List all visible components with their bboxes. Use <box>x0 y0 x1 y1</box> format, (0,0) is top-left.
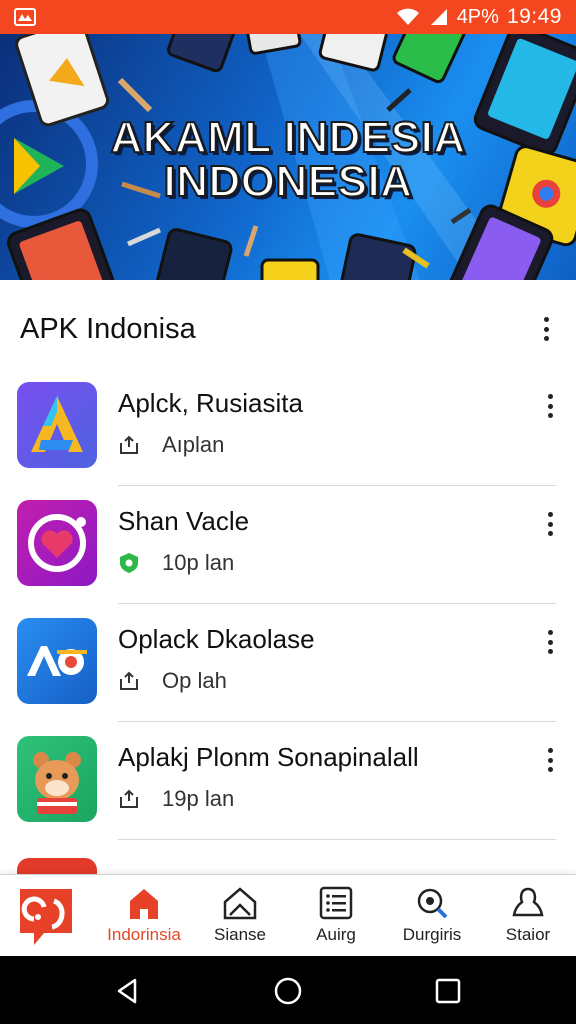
nav-tab-auirg[interactable]: Auirg <box>288 881 384 953</box>
nav-tab-sianse[interactable]: Sianse <box>192 881 288 953</box>
recents-icon[interactable] <box>433 976 463 1006</box>
app-meta: 19p lan <box>162 786 235 811</box>
app-meta: Aıplan <box>162 432 225 457</box>
shield-icon <box>120 553 138 573</box>
app-icon <box>17 858 97 874</box>
item-more-icon[interactable] <box>540 628 560 656</box>
nav-tab-durgiris[interactable]: Durgiris <box>384 881 480 953</box>
item-more-icon[interactable] <box>540 510 560 538</box>
app-name: Aplakj Plonm Sonapinalall <box>118 742 419 772</box>
signal-icon <box>430 9 447 25</box>
battery-text: 4P% <box>456 5 499 28</box>
section-title: APK Indonisa <box>20 312 196 345</box>
clock: 19:49 <box>506 5 562 28</box>
nav-tab-home[interactable]: Indorinsia <box>96 881 192 953</box>
app-logo-icon[interactable] <box>14 885 78 947</box>
share-icon <box>120 435 138 454</box>
nav-tab-staior[interactable]: Staior <box>480 881 576 953</box>
app-list-item-partial[interactable] <box>0 844 576 874</box>
app-list-item[interactable]: Aplck, Rusiasita Aıplan <box>0 368 576 486</box>
bottom-navigation: Indorinsia Sianse Auirg Durgiris Staior <box>0 874 576 956</box>
app-meta: Op lah <box>162 668 227 693</box>
system-navigation-bar <box>0 956 576 1024</box>
more-options-icon[interactable] <box>536 315 556 343</box>
app-icon <box>17 736 97 822</box>
app-icon <box>17 618 97 704</box>
hero-banner[interactable]: AKAML INDESIA INDONESIA <box>0 34 576 280</box>
app-name: Oplack Dkaolase <box>118 624 315 654</box>
share-icon <box>120 789 138 808</box>
share-icon <box>120 671 138 690</box>
app-list-item[interactable]: Oplack Dkaolase Op lah <box>0 604 576 722</box>
nav-label: Auirg <box>316 925 356 944</box>
search-icon <box>417 888 448 919</box>
app-icon <box>17 500 97 586</box>
banner-title-line1: AKAML INDESIA <box>109 113 466 163</box>
app-icon <box>17 382 97 468</box>
app-list-item[interactable]: Aplakj Plonm Sonapinalall 19p lan <box>0 722 576 840</box>
nav-label: Sianse <box>214 925 266 944</box>
list-icon <box>319 886 353 920</box>
app-name: Shan Vacle <box>118 506 250 536</box>
divider <box>118 839 556 840</box>
home-icon <box>130 889 158 919</box>
profile-icon <box>512 887 544 917</box>
status-bar: 4P% 19:49 <box>0 0 576 34</box>
nav-label: Durgiris <box>402 925 462 944</box>
item-more-icon[interactable] <box>540 746 560 774</box>
home-button-icon[interactable] <box>273 976 303 1006</box>
app-list-item[interactable]: Shan Vacle 10p lan <box>0 486 576 604</box>
back-icon[interactable] <box>113 976 143 1006</box>
app-meta: 10p lan <box>162 550 235 575</box>
nav-label: Indorinsia <box>107 925 181 944</box>
notification-icon <box>14 8 36 26</box>
nav-label: Staior <box>505 925 551 944</box>
house-outline-icon <box>223 887 257 920</box>
wifi-icon <box>396 8 419 25</box>
item-more-icon[interactable] <box>540 392 560 420</box>
banner-title-line2: INDONESIA <box>163 157 413 207</box>
app-name: Aplck, Rusiasita <box>118 388 303 418</box>
section-header: APK Indonisa <box>0 300 576 358</box>
